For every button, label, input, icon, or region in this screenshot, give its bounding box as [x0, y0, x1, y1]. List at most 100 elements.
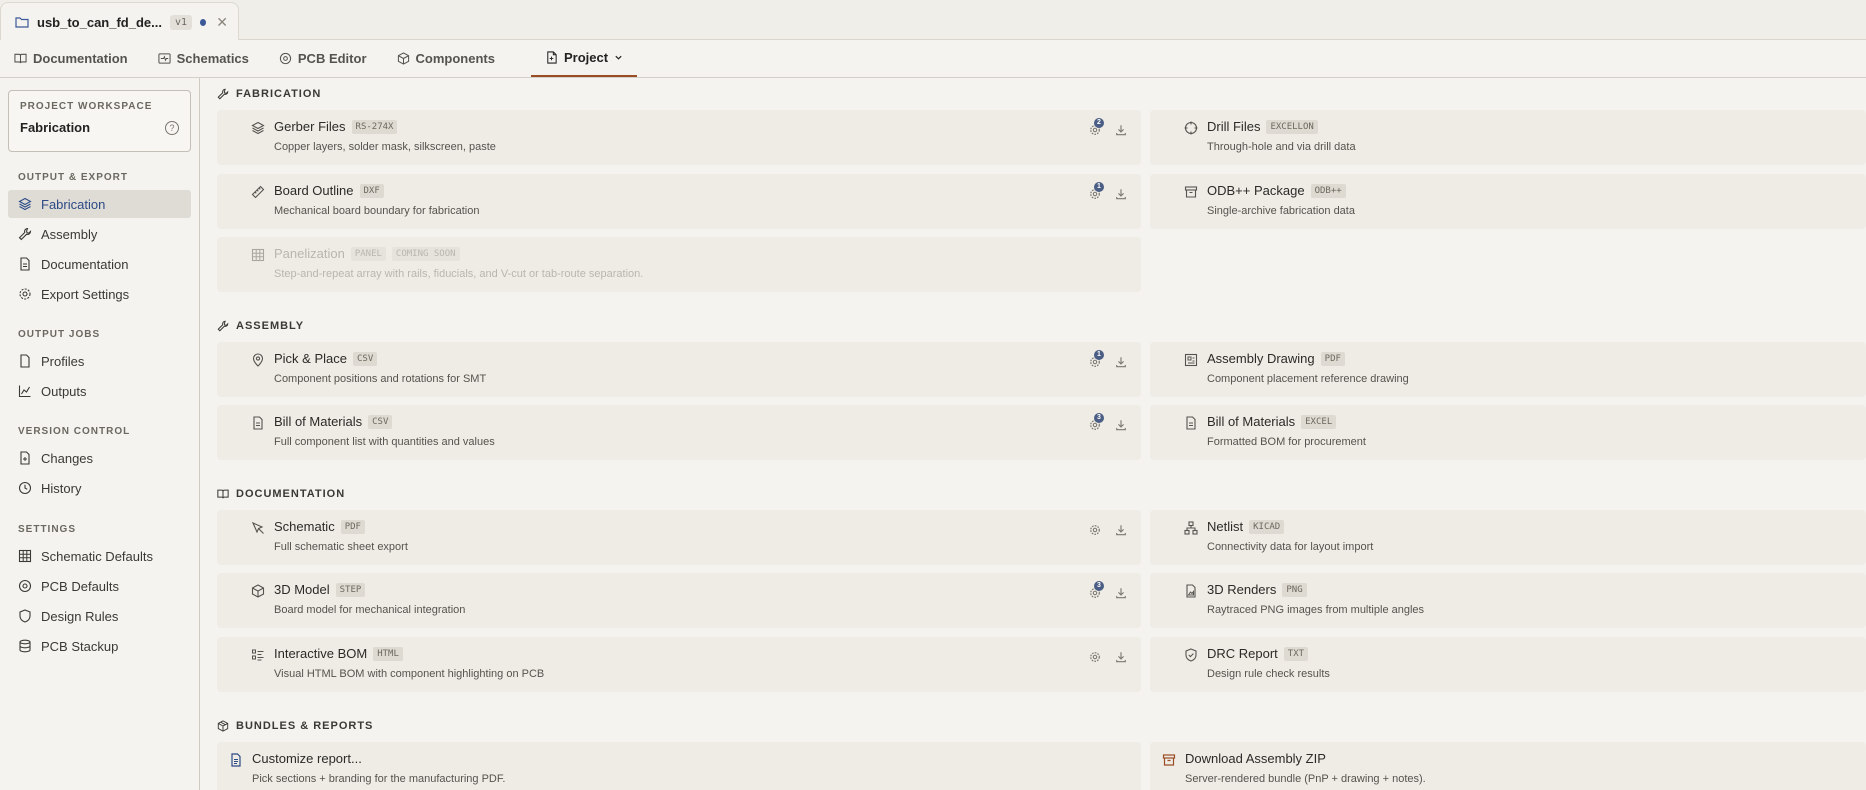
settings-button[interactable]: 2	[1089, 118, 1104, 136]
nav-documentation[interactable]: Documentation	[6, 40, 136, 77]
chart-icon	[18, 384, 32, 398]
project-workspace-selector[interactable]: PROJECT WORKSPACE Fabrication ?	[8, 90, 191, 152]
output-card-schematic[interactable]: Schematic PDF Full schematic sheet export	[217, 510, 1141, 565]
output-card-interactive-bom[interactable]: Interactive BOM HTML Visual HTML BOM with…	[217, 637, 1141, 692]
sidebar-item-pcb-defaults[interactable]: PCB Defaults	[8, 572, 191, 600]
ruler-icon	[251, 185, 265, 199]
close-icon[interactable]: ✕	[216, 14, 228, 31]
schematic-icon	[158, 52, 171, 65]
card-title: ODB++ Package	[1207, 183, 1305, 198]
customize-report-card[interactable]: Customize report... Pick sections + bran…	[217, 742, 1141, 790]
card-subtitle: Component positions and rotations for SM…	[274, 373, 487, 385]
download-button[interactable]	[1115, 587, 1127, 599]
card-title: Netlist	[1207, 519, 1244, 534]
nav-label: Project	[563, 50, 609, 65]
sidebar-item-pcb-stackup[interactable]: PCB Stackup	[8, 632, 191, 660]
wrench-icon	[217, 88, 229, 100]
settings-button[interactable]: 1	[1089, 182, 1104, 200]
sidebar-item-changes[interactable]: Changes	[8, 444, 191, 472]
sidebar-item-label: Profiles	[41, 353, 85, 369]
card-title: Bill of Materials	[1207, 414, 1296, 429]
sidebar-item-history[interactable]: History	[8, 474, 191, 502]
clock-icon	[18, 481, 32, 495]
output-card-3d-renders[interactable]: 3D Renders PNG Raytraced PNG images from …	[1150, 573, 1866, 628]
layers-icon	[18, 197, 32, 211]
settings-button[interactable]: 1	[1089, 350, 1104, 368]
card-title: Schematic	[274, 519, 335, 534]
sidebar-item-fabrication[interactable]: Fabrication	[8, 190, 191, 218]
settings-button[interactable]: 3	[1089, 581, 1104, 599]
sidebar-item-label: Schematic Defaults	[41, 548, 153, 564]
sidebar-item-export-settings[interactable]: Export Settings	[8, 280, 191, 308]
sidebar-item-profiles[interactable]: Profiles	[8, 347, 191, 375]
nav-project[interactable]: Project	[530, 40, 638, 77]
sidebar-item-outputs[interactable]: Outputs	[8, 377, 191, 405]
output-card-drc-report[interactable]: DRC Report TXT Design rule check results	[1150, 637, 1866, 692]
nav-schematics[interactable]: Schematics	[150, 40, 257, 77]
group-title-label: BUNDLES & REPORTS	[236, 720, 374, 732]
card-title: Gerber Files	[274, 119, 346, 134]
wrench-icon	[18, 227, 32, 241]
output-card-drill-files[interactable]: Drill Files EXCELLON Through-hole and via…	[1150, 110, 1866, 165]
card-subtitle: Raytraced PNG images from multiple angle…	[1207, 604, 1425, 616]
format-tag: PDF	[340, 519, 365, 534]
grid-icon	[18, 549, 32, 563]
download-button[interactable]	[1115, 188, 1127, 200]
download-button[interactable]	[1115, 356, 1127, 368]
sidebar-item-design-rules[interactable]: Design Rules	[8, 602, 191, 630]
sidebar-item-documentation[interactable]: Documentation	[8, 250, 191, 278]
grid-icon	[251, 248, 265, 262]
settings-button[interactable]: 3	[1089, 413, 1104, 431]
output-card-board-outline[interactable]: Board Outline DXF Mechanical board bounda…	[217, 174, 1141, 229]
archive-icon	[1184, 185, 1198, 199]
card-subtitle: Server-rendered bundle (PnP + drawing + …	[1185, 773, 1426, 785]
shield-icon	[18, 609, 32, 623]
card-title: Panelization	[274, 246, 345, 261]
help-icon[interactable]: ?	[165, 120, 179, 135]
package-icon	[217, 720, 229, 732]
format-tag: DXF	[359, 183, 384, 198]
sidebar: PROJECT WORKSPACE Fabrication ? OUTPUT &…	[0, 78, 200, 790]
output-card-bom-csv[interactable]: Bill of Materials CSV Full component list…	[217, 405, 1141, 460]
sidebar-item-assembly[interactable]: Assembly	[8, 220, 191, 248]
map-pin-icon	[251, 353, 265, 367]
nav-pcb-editor[interactable]: PCB Editor	[271, 40, 375, 77]
format-tag: RS-274X	[351, 119, 398, 134]
download-button[interactable]	[1115, 524, 1127, 536]
download-icon	[1116, 189, 1126, 200]
output-card-3d-model[interactable]: 3D Model STEP Board model for mechanical …	[217, 573, 1141, 628]
output-card-bom-excel[interactable]: Bill of Materials EXCEL Formatted BOM for…	[1150, 405, 1866, 460]
download-icon	[1116, 652, 1126, 663]
output-card-netlist[interactable]: Netlist KICAD Connectivity data for layou…	[1150, 510, 1866, 565]
output-card-gerber-files[interactable]: Gerber Files RS-274X Copper layers, solde…	[217, 110, 1141, 165]
book-icon	[217, 488, 229, 500]
download-button[interactable]	[1115, 124, 1127, 136]
output-card-pick-and-place[interactable]: Pick & Place CSV Component positions and …	[217, 342, 1141, 397]
download-icon	[1116, 588, 1126, 599]
card-subtitle: Step-and-repeat array with rails, fiduci…	[274, 268, 644, 280]
document-icon	[18, 354, 32, 368]
card-title: Interactive BOM	[274, 646, 368, 661]
gear-icon	[1090, 525, 1100, 535]
cube-icon	[397, 52, 410, 65]
output-card-assembly-drawing[interactable]: Assembly Drawing PDF Component placement …	[1150, 342, 1866, 397]
file-tab[interactable]: usb_to_can_fd_de... v1 ✕	[0, 2, 239, 41]
card-subtitle: Connectivity data for layout import	[1207, 541, 1374, 553]
download-button[interactable]	[1115, 651, 1127, 663]
format-tag: CSV	[352, 351, 378, 366]
group-title-fabrication: FABRICATION	[217, 88, 321, 100]
card-subtitle: Full schematic sheet export	[274, 541, 408, 553]
card-subtitle: Board model for mechanical integration	[274, 604, 466, 616]
nav-components[interactable]: Components	[389, 40, 503, 77]
download-icon	[1116, 525, 1126, 536]
nav-label: Documentation	[33, 51, 128, 66]
download-button[interactable]	[1115, 419, 1127, 431]
download-assembly-zip-card[interactable]: Download Assembly ZIP Server-rendered bu…	[1150, 742, 1866, 790]
output-card-odb-package[interactable]: ODB++ Package ODB++ Single-archive fabric…	[1150, 174, 1866, 229]
settings-button[interactable]	[1089, 524, 1101, 536]
sidebar-item-label: PCB Stackup	[41, 638, 119, 654]
settings-button[interactable]	[1089, 651, 1101, 663]
file-tab-name: usb_to_can_fd_de...	[37, 14, 162, 30]
main-nav: Documentation Schematics PCB Editor Comp…	[0, 40, 1866, 78]
sidebar-item-schematic-defaults[interactable]: Schematic Defaults	[8, 542, 191, 570]
